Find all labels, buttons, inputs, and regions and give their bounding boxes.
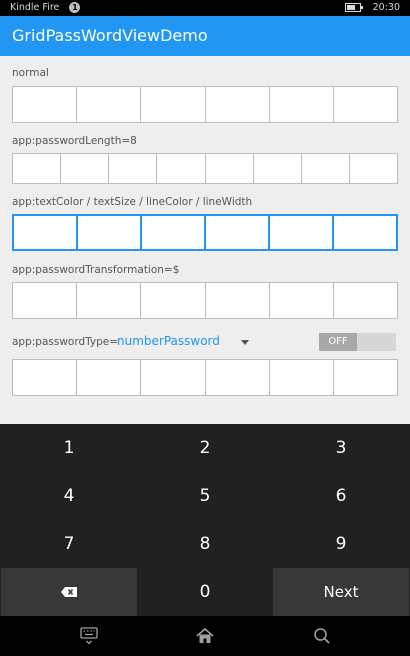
password-cell[interactable]: [206, 216, 270, 249]
key-5[interactable]: 5: [137, 472, 273, 520]
password-cell[interactable]: [270, 283, 334, 318]
password-cell[interactable]: [13, 283, 78, 318]
password-cell[interactable]: [78, 216, 142, 249]
password-cell[interactable]: [270, 87, 334, 122]
key-8[interactable]: 8: [137, 520, 273, 568]
password-cell[interactable]: [61, 154, 110, 183]
label-password-length: app:passwordLength=8: [12, 135, 137, 147]
home-button[interactable]: [193, 626, 217, 648]
password-cell[interactable]: [334, 216, 396, 249]
backspace-icon: [61, 587, 77, 597]
password-cell[interactable]: [206, 283, 270, 318]
password-cell[interactable]: [77, 283, 142, 318]
numeric-keyboard: 1 2 3 4 5 6 7 8 9 0 Next: [0, 424, 410, 616]
password-grid-type[interactable]: [12, 359, 398, 396]
password-cell[interactable]: [141, 283, 206, 318]
key-6[interactable]: 6: [273, 472, 409, 520]
password-cell[interactable]: [141, 87, 206, 122]
password-cell[interactable]: [334, 87, 397, 122]
status-bar: Kindle Fire 1 20:30: [0, 0, 410, 16]
password-cell[interactable]: [14, 216, 78, 249]
password-cell[interactable]: [206, 154, 254, 183]
visibility-toggle[interactable]: OFF: [319, 333, 396, 351]
password-cell[interactable]: [142, 216, 206, 249]
label-normal: normal: [12, 67, 49, 79]
password-cell[interactable]: [270, 360, 334, 395]
password-cell[interactable]: [77, 87, 142, 122]
delete-key[interactable]: [1, 568, 137, 616]
carrier-label: Kindle Fire: [10, 2, 60, 13]
password-cell[interactable]: [334, 360, 397, 395]
home-icon: [196, 627, 214, 643]
password-cell[interactable]: [254, 154, 302, 183]
app-title: GridPassWordViewDemo: [12, 26, 208, 45]
key-9[interactable]: 9: [273, 520, 409, 568]
label-transformation: app:passwordTransformation=$: [12, 264, 180, 276]
battery-icon: [344, 3, 363, 12]
key-4[interactable]: 4: [1, 472, 137, 520]
keyboard-hide-icon: [80, 627, 98, 645]
password-cell[interactable]: [109, 154, 158, 183]
password-cell[interactable]: [77, 360, 142, 395]
password-cell[interactable]: [141, 360, 206, 395]
password-cell[interactable]: [13, 154, 62, 183]
password-cell[interactable]: [13, 87, 78, 122]
password-grid-transformation[interactable]: [12, 282, 398, 319]
dropdown-arrow-icon: [241, 340, 249, 345]
password-cell[interactable]: [157, 154, 206, 183]
clock: 20:30: [372, 2, 400, 13]
search-icon: [314, 628, 330, 644]
password-cell[interactable]: [334, 283, 397, 318]
navigation-bar: [0, 616, 410, 656]
notification-badge: 1: [69, 2, 81, 13]
password-cell[interactable]: [13, 360, 78, 395]
password-cell[interactable]: [270, 216, 334, 249]
key-2[interactable]: 2: [137, 424, 273, 472]
password-cell[interactable]: [206, 87, 270, 122]
password-type-row: app:passwordType= numberPassword OFF: [12, 332, 398, 352]
password-cell[interactable]: [350, 154, 397, 183]
password-grid-length[interactable]: [12, 153, 398, 184]
password-type-select[interactable]: numberPassword: [117, 332, 249, 352]
next-key[interactable]: Next: [273, 568, 409, 616]
key-3[interactable]: 3: [273, 424, 409, 472]
keyboard-hide-button[interactable]: [77, 626, 101, 648]
key-1[interactable]: 1: [1, 424, 137, 472]
password-grid-styled[interactable]: [12, 214, 398, 251]
label-styled: app:textColor / textSize / lineColor / l…: [12, 196, 253, 208]
app-bar: GridPassWordViewDemo: [0, 16, 410, 56]
search-button[interactable]: [310, 626, 334, 648]
password-grid-normal[interactable]: [12, 86, 398, 123]
toggle-label: OFF: [319, 333, 357, 351]
key-7[interactable]: 7: [1, 520, 137, 568]
password-cell[interactable]: [302, 154, 350, 183]
password-type-value: numberPassword: [117, 334, 220, 348]
key-0[interactable]: 0: [137, 568, 273, 616]
label-password-type: app:passwordType=: [12, 336, 119, 348]
password-cell[interactable]: [206, 360, 270, 395]
